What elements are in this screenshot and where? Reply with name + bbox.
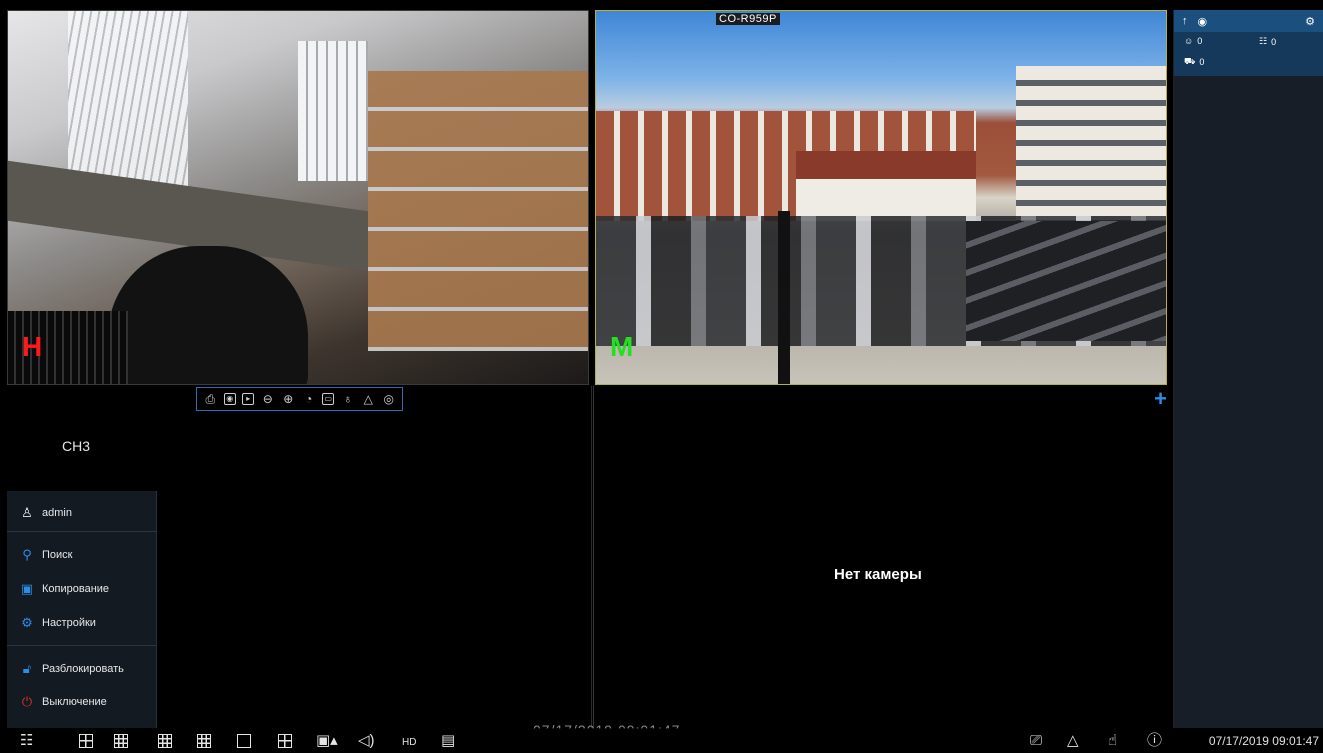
sequence-icon[interactable]: ▣▴: [316, 732, 338, 749]
add-camera-icon[interactable]: +: [1154, 388, 1167, 410]
menu-user-row[interactable]: ♙ admin: [7, 499, 157, 527]
menu-user-label: admin: [42, 507, 72, 519]
network-icon[interactable]: ⎚: [1030, 732, 1042, 749]
settings-icon: ⚙: [21, 615, 33, 630]
osd-time-ghost: 07/17/2019 09:01:47: [533, 722, 681, 738]
audio-icon[interactable]: ◎: [382, 392, 396, 406]
light-icon[interactable]: ♁: [341, 392, 355, 406]
menu-item-backup[interactable]: ▣ Копирование: [7, 575, 157, 603]
alarm-icon[interactable]: △: [361, 392, 375, 406]
channel-label-ch3: CH3: [62, 438, 91, 454]
camera-feed-indoor: [8, 11, 588, 384]
layout-custom-icon[interactable]: [237, 734, 251, 748]
color-icon[interactable]: ◔: [302, 392, 316, 406]
gear-icon[interactable]: ⚙: [1305, 15, 1315, 28]
alarm-bell-icon[interactable]: △: [1067, 732, 1079, 749]
layout-pip-icon[interactable]: [278, 734, 292, 748]
vehicle-count-value: 0: [1199, 57, 1205, 67]
camera-tile-ch2[interactable]: CO-R959P M: [595, 10, 1167, 385]
record-icon[interactable]: ⎙: [203, 392, 217, 406]
menu-item-unlock[interactable]: 🔓︎ Разблокировать: [7, 655, 157, 683]
power-icon: ⏻: [21, 694, 33, 709]
menu-item-label: Копирование: [42, 583, 110, 595]
panel-header: ↑ ◉ ⚙: [1174, 10, 1323, 32]
unlock-icon: 🔓︎: [22, 661, 32, 676]
main-menu: ♙ admin ⚲ Поиск ▣ Копирование ⚙ Настройк…: [7, 491, 157, 728]
layout-25-icon[interactable]: [197, 734, 211, 748]
search-icon: ⚲: [22, 547, 32, 562]
menu-item-label: Поиск: [42, 549, 73, 561]
osd-icon[interactable]: ▭: [322, 393, 335, 405]
playback-icon[interactable]: ▸: [242, 393, 255, 405]
vehicle-count: ⛟ 0: [1184, 56, 1204, 68]
ptz-icon[interactable]: ⊖: [261, 392, 275, 406]
people-count-value: 0: [1271, 36, 1277, 47]
eye-icon[interactable]: ◉: [1198, 15, 1208, 28]
backup-icon: ▣: [20, 581, 34, 596]
face-icon: ☺: [1184, 36, 1194, 46]
people-count: ☷ 0: [1259, 36, 1276, 47]
menu-divider: [7, 645, 157, 646]
layout-9-icon[interactable]: [114, 734, 128, 748]
menu-item-label: Выключение: [42, 696, 107, 708]
camera-tile-ch1[interactable]: H: [7, 10, 589, 385]
start-menu-icon[interactable]: ☷: [20, 732, 33, 749]
manual-icon[interactable]: ☝: [1108, 732, 1117, 749]
panel-counts: ☺ 0 ☷ 0 ⛟ 0: [1174, 32, 1323, 76]
no-camera-label: Нет камеры: [834, 566, 922, 583]
info-icon[interactable]: ⓘ: [1147, 732, 1162, 749]
menu-divider: [7, 531, 157, 532]
menu-item-search[interactable]: ⚲ Поиск: [7, 541, 157, 569]
camera-tile-ch4[interactable]: + Нет камеры: [593, 386, 1173, 728]
record-status-icon[interactable]: ▤: [441, 732, 455, 749]
menu-item-shutdown[interactable]: ⏻ Выключение: [7, 688, 157, 716]
camera-feed-outdoor: [596, 11, 1166, 384]
channel-mark-ch1: H: [22, 331, 43, 362]
hd-sd-icon[interactable]: HD: [402, 734, 416, 751]
menu-item-label: Разблокировать: [42, 663, 124, 675]
system-clock: 07/17/2019 09:01:47: [1208, 734, 1319, 748]
vehicle-icon: ⛟: [1184, 56, 1196, 66]
face-count-value: 0: [1197, 36, 1203, 46]
menu-item-settings[interactable]: ⚙ Настройки: [7, 609, 157, 637]
snapshot-icon[interactable]: ◉: [223, 393, 236, 405]
camera-quick-toolbar: ⎙ ◉ ▸ ⊖ ⊕ ◔ ▭ ♁ △ ◎: [196, 387, 403, 411]
layout-4-icon[interactable]: [79, 734, 93, 748]
zoom-icon[interactable]: ⊕: [281, 392, 295, 406]
layout-16-icon[interactable]: [158, 734, 172, 748]
face-count: ☺ 0: [1184, 36, 1202, 46]
camera-title-ch2: CO-R959P: [716, 13, 780, 25]
menu-item-label: Настройки: [42, 617, 96, 629]
bottom-taskbar: 07/17/2019 09:01:47 ☷ ▣▴ ◁) HD ▤ ⎚ △ ☝ ⓘ…: [0, 722, 1323, 753]
people-icon: ☷: [1259, 36, 1268, 46]
volume-icon[interactable]: ◁): [358, 732, 375, 749]
channel-mark-ch2: M: [610, 331, 634, 362]
pin-icon[interactable]: ↑: [1182, 15, 1188, 27]
user-icon: ♙: [21, 505, 33, 520]
ai-stats-panel: ↑ ◉ ⚙ ☺ 0 ☷ 0 ⛟ 0: [1173, 10, 1323, 728]
dvr-live-view: H CO-R959P M CH3 + Нет камеры ⎙ ◉ ▸ ⊖ ⊕ …: [0, 0, 1323, 753]
